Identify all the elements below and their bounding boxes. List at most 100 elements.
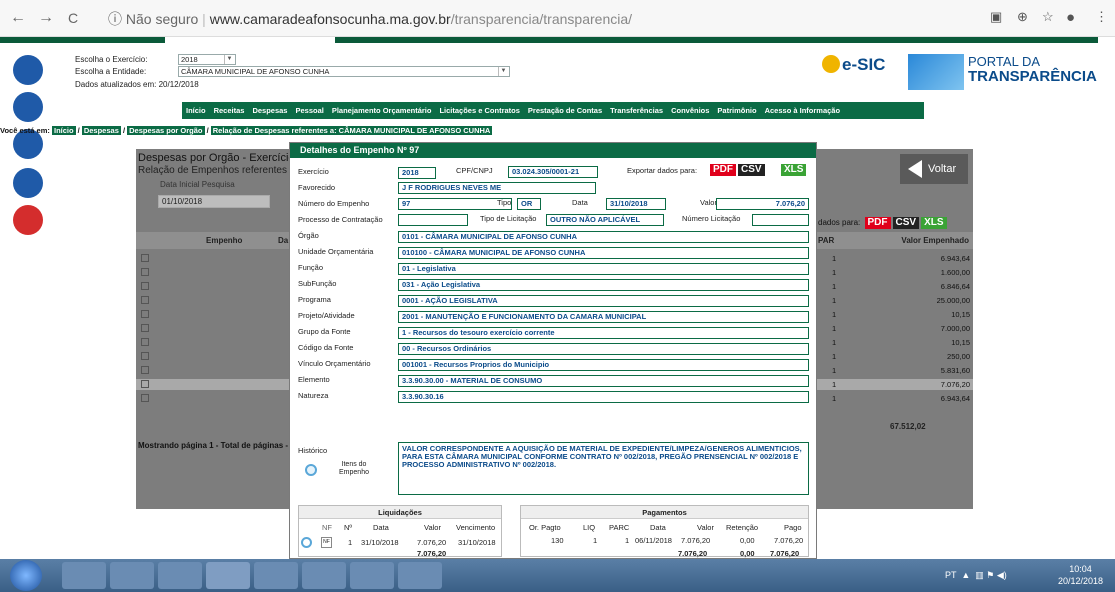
- liq-detail-icon[interactable]: [301, 537, 312, 548]
- menu-item-10[interactable]: Acesso à Informação: [765, 106, 840, 115]
- account-icon[interactable]: ●: [1066, 9, 1075, 26]
- field-value: 00 - Recursos Ordinários: [398, 343, 809, 355]
- bg-csv-button[interactable]: CSV: [892, 217, 920, 229]
- chrome-icon[interactable]: [206, 562, 250, 589]
- field-label: Função: [298, 263, 324, 272]
- row-detail-icon[interactable]: [141, 296, 149, 304]
- row-detail-icon[interactable]: [141, 324, 149, 332]
- back-arrow-icon: [908, 160, 922, 178]
- field-label: Elemento: [298, 375, 330, 384]
- breadcrumb-item-1[interactable]: Despesas: [81, 126, 121, 135]
- menu-item-2[interactable]: Despesas: [252, 106, 287, 115]
- flag-icon[interactable]: ⚑: [986, 570, 994, 580]
- app-orange-icon[interactable]: [398, 562, 442, 589]
- address-bar[interactable]: ⓘ Não seguro | www.camaradeafonsocunha.m…: [94, 7, 954, 31]
- breadcrumb-item-3[interactable]: Relação de Despesas referentes a: CÂMARA…: [210, 126, 493, 135]
- translate-icon[interactable]: ▣: [990, 9, 1002, 25]
- pag-col-valor: Valor: [697, 523, 714, 532]
- exercicio-select[interactable]: 2018 ▼: [178, 54, 236, 65]
- contrast-icon[interactable]: [13, 92, 43, 122]
- pdf-button[interactable]: PDF: [710, 164, 736, 176]
- field-label: Unidade Orçamentária: [298, 247, 374, 256]
- csv-button[interactable]: CSV: [738, 164, 765, 176]
- menu-item-5[interactable]: Licitações e Contratos: [439, 106, 519, 115]
- breadcrumb-item-2[interactable]: Despesas por Orgão: [127, 126, 205, 135]
- volume-icon[interactable]: ◀): [997, 570, 1007, 580]
- menu-item-7[interactable]: Transferências: [610, 106, 663, 115]
- file-explorer-icon[interactable]: [110, 562, 154, 589]
- menu-item-1[interactable]: Receitas: [214, 106, 245, 115]
- portal-transparencia-logo[interactable]: PORTAL DA TRANSPARÊNCIA: [968, 54, 1097, 84]
- row-detail-icon[interactable]: [141, 310, 149, 318]
- app-green-icon[interactable]: [350, 562, 394, 589]
- media-player-icon[interactable]: [158, 562, 202, 589]
- menu-item-6[interactable]: Prestação de Contas: [528, 106, 602, 115]
- zoom-icon[interactable]: ⊕: [1017, 9, 1028, 25]
- liq-row-venc: 31/10/2018: [458, 538, 496, 547]
- exercicio-field: 2018: [398, 167, 436, 179]
- language-indicator[interactable]: PT: [945, 570, 956, 580]
- row-detail-icon[interactable]: [141, 254, 149, 262]
- menu-item-9[interactable]: Patrimônio: [717, 106, 756, 115]
- paint-icon[interactable]: [254, 562, 298, 589]
- pag-total-pago: 7.076,20: [770, 549, 800, 558]
- back-icon[interactable]: ←: [10, 8, 26, 28]
- pag-row-ret: 0,00: [740, 536, 755, 545]
- liq-row-valor: 7.076,20: [417, 538, 447, 547]
- itens-empenho-icon[interactable]: [305, 464, 317, 476]
- menu-item-8[interactable]: Convênios: [671, 106, 709, 115]
- field-label: Vínculo Orçamentário: [298, 359, 371, 368]
- row-detail-icon[interactable]: [141, 352, 149, 360]
- field-value: 3.3.90.30.16: [398, 391, 809, 403]
- data-label: Data: [572, 198, 588, 207]
- menu-item-4[interactable]: Planejamento Orçamentário: [332, 106, 432, 115]
- pag-col-parc: PARC: [609, 523, 630, 532]
- forward-icon[interactable]: →: [38, 8, 54, 28]
- accessibility-icon[interactable]: [13, 55, 43, 85]
- col-par: PAR: [818, 236, 835, 245]
- itens-empenho-label[interactable]: Itens do Empenho: [334, 461, 374, 477]
- liq-col-n: Nº: [344, 523, 353, 532]
- clock[interactable]: 10:04 20/12/2018: [1058, 563, 1103, 587]
- row-detail-icon[interactable]: [141, 366, 149, 374]
- xls-button[interactable]: XLS: [781, 164, 807, 176]
- snipping-tool-icon[interactable]: [302, 562, 346, 589]
- portal-figure-icon: [908, 54, 964, 90]
- breadcrumb-item-0[interactable]: Início: [51, 126, 76, 135]
- field-value: 001001 - Recursos Proprios do Municipio: [398, 359, 809, 371]
- voltar-button[interactable]: Voltar: [900, 154, 968, 184]
- bg-xls-button[interactable]: XLS: [921, 217, 947, 229]
- pag-row-liq: 1: [593, 536, 598, 545]
- entidade-select[interactable]: CÂMARA MUNICIPAL DE AFONSO CUNHA ▼: [178, 66, 510, 77]
- empenho-detail-modal: Detalhes do Empenho Nº 97 Exercício 2018…: [289, 142, 817, 559]
- row-detail-icon[interactable]: [141, 282, 149, 290]
- facebook-icon[interactable]: [13, 168, 43, 198]
- menu-item-3[interactable]: Pessoal: [295, 106, 323, 115]
- pagamentos-title: Pagamentos: [521, 506, 808, 519]
- field-value: 031 - Ação Legislativa: [398, 279, 809, 291]
- row-detail-icon[interactable]: [141, 268, 149, 276]
- nf-document-icon[interactable]: NF: [321, 537, 332, 548]
- menu-icon[interactable]: ⋮: [1095, 9, 1108, 25]
- star-icon[interactable]: ☆: [1042, 9, 1054, 25]
- bg-export-bar: dados para: PDF CSV XLS: [818, 217, 947, 229]
- valor-label: Valor: [700, 198, 717, 207]
- tipo-licitacao-field: OUTRO NÃO APLICÁVEL: [546, 214, 664, 226]
- internet-explorer-icon[interactable]: [62, 562, 106, 589]
- numero-licitacao-label: Número Licitação: [682, 214, 741, 223]
- row-detail-icon[interactable]: [141, 338, 149, 346]
- youtube-icon[interactable]: [13, 205, 43, 235]
- bg-pdf-button[interactable]: PDF: [864, 217, 891, 229]
- row-detail-icon[interactable]: [141, 394, 149, 402]
- date-filter-input[interactable]: 01/10/2018: [158, 195, 270, 208]
- field-value: 2001 - MANUTENÇÃO E FUNCIONAMENTO DA CAM…: [398, 311, 809, 323]
- esic-logo[interactable]: e-SIC: [822, 54, 885, 75]
- row-detail-icon[interactable]: [141, 380, 149, 388]
- url-domain: www.camaradeafonsocunha.ma.gov.br: [209, 11, 451, 27]
- field-label: Grupo da Fonte: [298, 327, 351, 336]
- reload-icon[interactable]: C: [68, 8, 78, 28]
- start-button-icon[interactable]: [10, 560, 42, 591]
- menu-item-0[interactable]: Início: [186, 106, 206, 115]
- historico-field: VALOR CORRESPONDENTE A AQUISIÇÃO DE MATE…: [398, 442, 809, 495]
- network-icon[interactable]: ▥: [975, 570, 984, 580]
